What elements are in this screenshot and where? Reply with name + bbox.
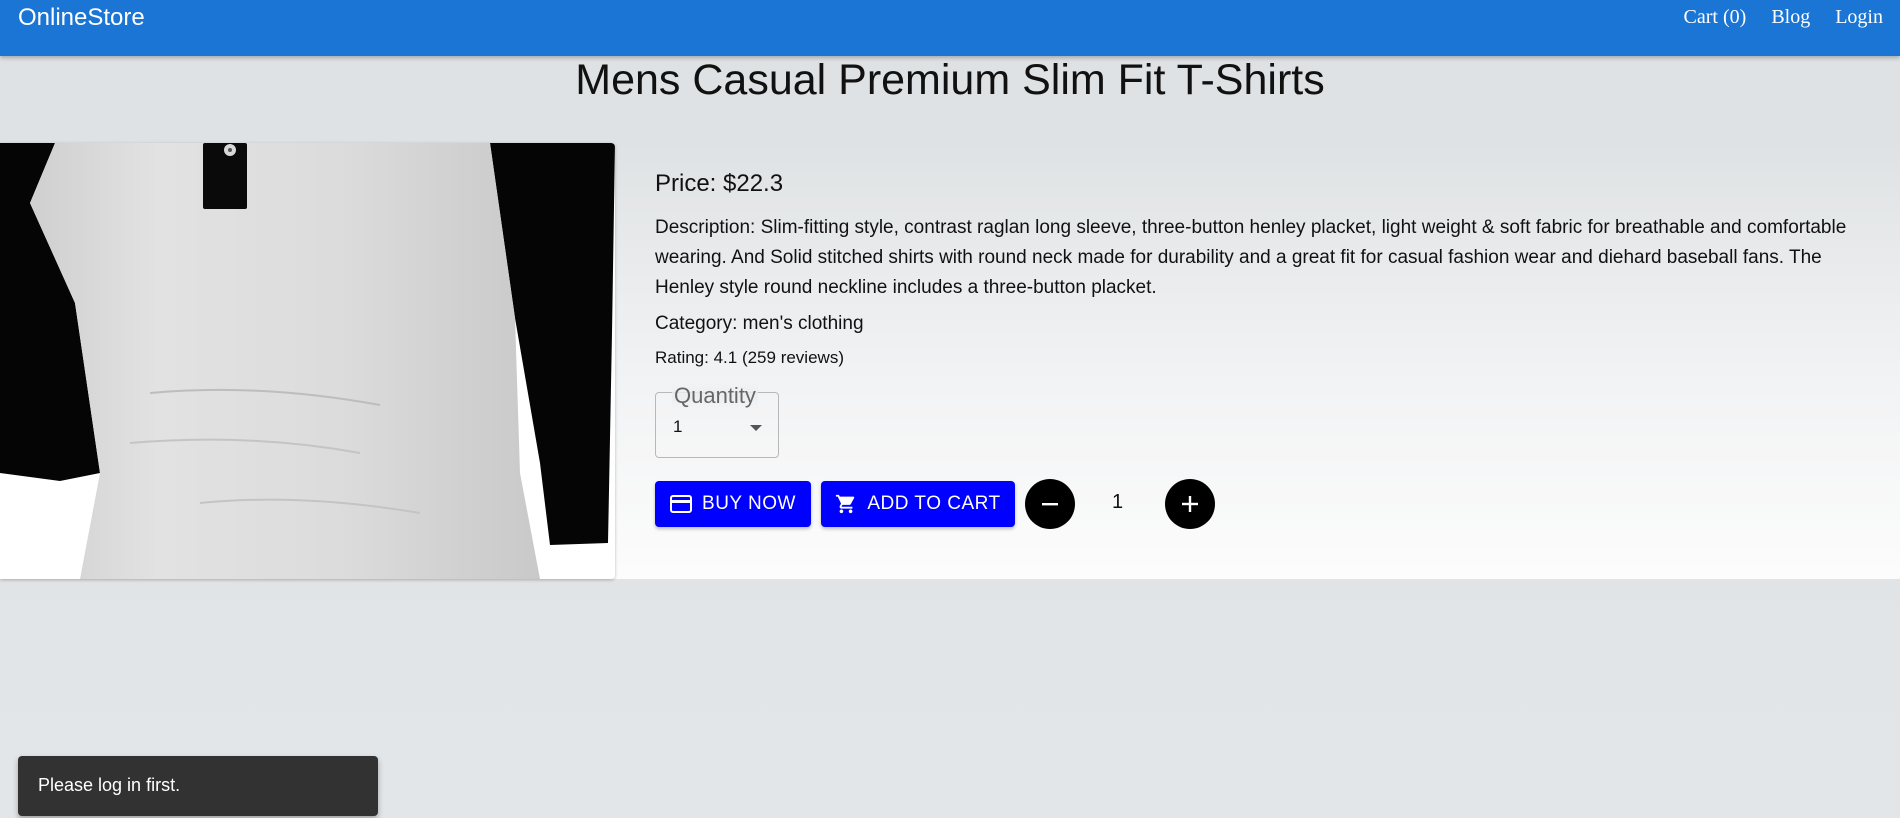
nav-cart-link[interactable]: Cart (0) (1684, 6, 1747, 29)
quantity-select[interactable]: Quantity 1 (655, 383, 779, 458)
nav-login-link[interactable]: Login (1835, 6, 1883, 29)
login-required-snackbar: Please log in first. (18, 756, 378, 816)
quantity-select-value: 1 (673, 417, 683, 436)
buy-now-button[interactable]: BUY NOW (655, 481, 811, 527)
snackbar-message: Please log in first. (38, 775, 181, 795)
nav-blog-link[interactable]: Blog (1771, 6, 1810, 29)
quantity-counter: 1 (1112, 491, 1124, 513)
product-price: Price: $22.3 (655, 170, 784, 197)
product-image (0, 143, 615, 579)
decrement-button[interactable] (1025, 479, 1075, 529)
minus-icon (1042, 503, 1058, 506)
product-details-section: Price: $22.3 Description: Slim-fitting s… (0, 143, 1900, 579)
increment-button[interactable] (1165, 479, 1215, 529)
product-category: Category: men's clothing (655, 313, 864, 334)
add-to-cart-button[interactable]: ADD TO CART (821, 481, 1015, 527)
top-nav: Cart (0) Blog Login (1684, 6, 1883, 29)
buy-now-label: BUY NOW (702, 493, 796, 514)
quantity-select-label: Quantity (672, 383, 758, 409)
brand-logo[interactable]: OnlineStore (18, 4, 145, 32)
plus-icon (1182, 496, 1198, 512)
caret-down-icon (750, 425, 762, 431)
henley-tshirt-image (0, 143, 615, 579)
shopping-cart-icon (836, 494, 855, 514)
app-bar: OnlineStore Cart (0) Blog Login (0, 0, 1900, 56)
add-to-cart-label: ADD TO CART (867, 493, 1001, 514)
product-title: Mens Casual Premium Slim Fit T-Shirts (575, 56, 1325, 104)
product-rating: Rating: 4.1 (259 reviews) (655, 348, 844, 367)
product-description: Description: Slim-fitting style, contras… (655, 217, 1847, 298)
credit-card-icon (670, 495, 693, 513)
